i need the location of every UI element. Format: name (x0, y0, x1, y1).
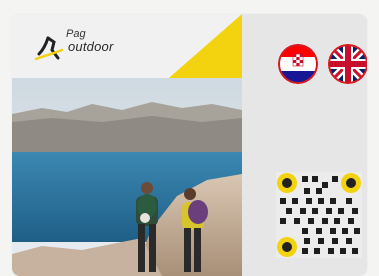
brand-logo[interactable]: Pag outdoor (34, 28, 144, 68)
hiker-logo-icon (34, 36, 64, 61)
qr-code-icon[interactable] (276, 172, 362, 258)
united-kingdom-flag-icon[interactable] (328, 44, 367, 84)
brand-name-bottom: outdoor (68, 39, 114, 54)
brochure-card: Pag outdoor (12, 14, 367, 276)
info-panel (242, 14, 367, 276)
cover-panel: Pag outdoor (12, 14, 242, 276)
hikers-coast-photo (12, 78, 242, 276)
croatia-flag-icon[interactable] (278, 44, 318, 84)
